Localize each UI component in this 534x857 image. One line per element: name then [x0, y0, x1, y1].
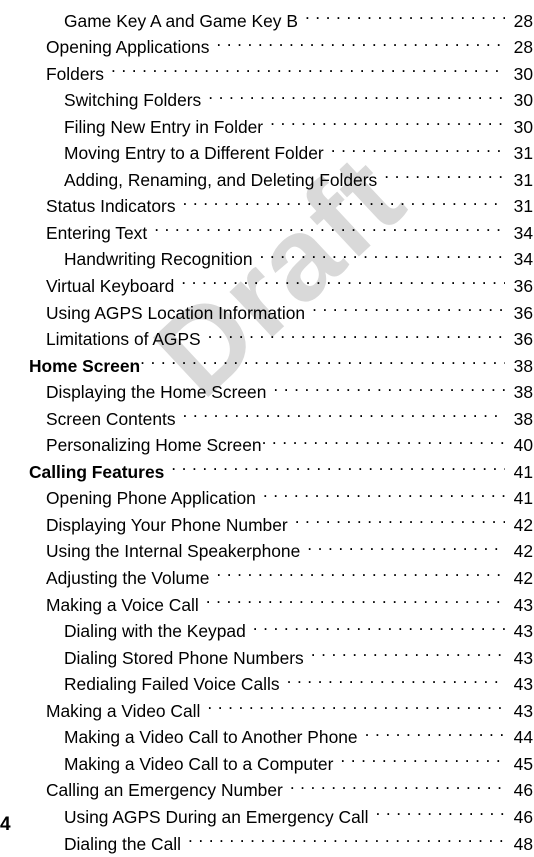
- toc-entry-title: Making a Voice Call: [46, 592, 206, 619]
- toc-dot-leader: [140, 345, 505, 372]
- toc-dot-leader: [365, 717, 505, 744]
- toc-entry-page-number: 44: [505, 724, 533, 751]
- toc-entry-page-number: 43: [505, 618, 533, 645]
- toc-dot-leader: [188, 823, 505, 850]
- toc-entry-title: Screen Contents: [46, 406, 183, 433]
- toc-entry-page-number: 40: [505, 432, 533, 459]
- toc-dot-leader: [171, 451, 505, 478]
- toc-entry-page-number: 30: [505, 87, 533, 114]
- toc-dot-leader: [305, 0, 505, 27]
- toc-entry-page-number: 31: [505, 140, 533, 167]
- toc-entry-page-number: 30: [505, 61, 533, 88]
- toc-entry-title: Dialing with the Keypad: [64, 618, 253, 645]
- toc-entry-page-number: 36: [505, 273, 533, 300]
- toc-dot-leader: [312, 292, 505, 319]
- toc-entry-page-number: 41: [505, 485, 533, 512]
- toc-entry[interactable]: Game Key A and Game Key B28: [0, 0, 534, 27]
- toc-dot-leader: [181, 265, 505, 292]
- toc-entry-page-number: 31: [505, 193, 533, 220]
- toc-entry-page-number: 43: [505, 645, 533, 672]
- toc-dot-leader: [206, 584, 505, 611]
- page-number-folio: 4: [0, 815, 11, 835]
- toc-dot-leader: [183, 398, 505, 425]
- toc-entry-page-number: 28: [505, 34, 533, 61]
- toc-entry-page-number: 43: [505, 671, 533, 698]
- toc-entry-title: Switching Folders: [64, 87, 208, 114]
- toc-entry-title: Virtual Keyboard: [46, 273, 181, 300]
- toc-dot-leader: [253, 611, 505, 638]
- toc-dot-leader: [216, 27, 505, 54]
- toc-entry-page-number: 34: [505, 220, 533, 247]
- toc-dot-leader: [262, 425, 505, 452]
- toc-dot-leader: [290, 770, 505, 797]
- toc-entry-page-number: 43: [505, 698, 533, 725]
- toc-entry-page-number: 34: [505, 246, 533, 273]
- toc-entry-title: Dialing Stored Phone Numbers: [64, 645, 311, 672]
- toc-dot-leader: [183, 186, 505, 213]
- toc-dot-leader: [154, 212, 505, 239]
- toc-entry-page-number: 45: [505, 751, 533, 778]
- toc-entry-title: Filing New Entry in Folder: [64, 114, 270, 141]
- toc-entry-page-number: 42: [505, 538, 533, 565]
- toc-entry-page-number: 38: [505, 379, 533, 406]
- toc-entry-page-number: 43: [505, 592, 533, 619]
- toc-entry-page-number: 38: [505, 353, 533, 380]
- toc-entry-page-number: 30: [505, 114, 533, 141]
- toc-entry-title: Adjusting the Volume: [46, 565, 216, 592]
- table-of-contents: Game Key A and Game Key B28Opening Appli…: [0, 0, 534, 850]
- toc-entry-title: Dialing the Call: [64, 831, 188, 857]
- toc-entry-page-number: 36: [505, 326, 533, 353]
- toc-dot-leader: [287, 664, 505, 691]
- toc-entry-title: Calling Features: [29, 459, 171, 486]
- toc-dot-leader: [307, 531, 505, 558]
- toc-dot-leader: [207, 690, 505, 717]
- toc-dot-leader: [260, 239, 505, 266]
- toc-dot-leader: [384, 159, 505, 186]
- toc-entry-page-number: 48: [505, 831, 533, 857]
- toc-dot-leader: [263, 478, 505, 505]
- toc-entry-page-number: 46: [505, 804, 533, 831]
- toc-dot-leader: [111, 53, 505, 80]
- toc-entry-title: Folders: [46, 61, 111, 88]
- toc-entry-page-number: 46: [505, 777, 533, 804]
- toc-entry-page-number: 42: [505, 512, 533, 539]
- toc-entry-page-number: 28: [505, 8, 533, 35]
- toc-entry-page-number: 41: [505, 459, 533, 486]
- toc-dot-leader: [331, 133, 505, 160]
- toc-dot-leader: [208, 80, 505, 107]
- toc-entry-title: Home Screen: [29, 353, 140, 380]
- toc-dot-leader: [375, 796, 505, 823]
- toc-entry-title: Making a Video Call to Another Phone: [64, 724, 365, 751]
- toc-dot-leader: [295, 504, 505, 531]
- toc-dot-leader: [340, 743, 505, 770]
- toc-entry-title: Opening Phone Application: [46, 485, 263, 512]
- toc-entry-page-number: 36: [505, 300, 533, 327]
- toc-entry-title: Making a Video Call: [46, 698, 207, 725]
- toc-dot-leader: [273, 372, 505, 399]
- toc-entry-page-number: 42: [505, 565, 533, 592]
- toc-entry-page-number: 31: [505, 167, 533, 194]
- toc-dot-leader: [216, 557, 505, 584]
- toc-entry-page-number: 38: [505, 406, 533, 433]
- toc-entry-title: Calling an Emergency Number: [46, 777, 290, 804]
- toc-entry-title: Displaying Your Phone Number: [46, 512, 295, 539]
- toc-entry-title: Entering Text: [46, 220, 154, 247]
- toc-entry-title: Moving Entry to a Different Folder: [64, 140, 331, 167]
- toc-dot-leader: [208, 319, 505, 346]
- toc-dot-leader: [270, 106, 505, 133]
- toc-dot-leader: [311, 637, 505, 664]
